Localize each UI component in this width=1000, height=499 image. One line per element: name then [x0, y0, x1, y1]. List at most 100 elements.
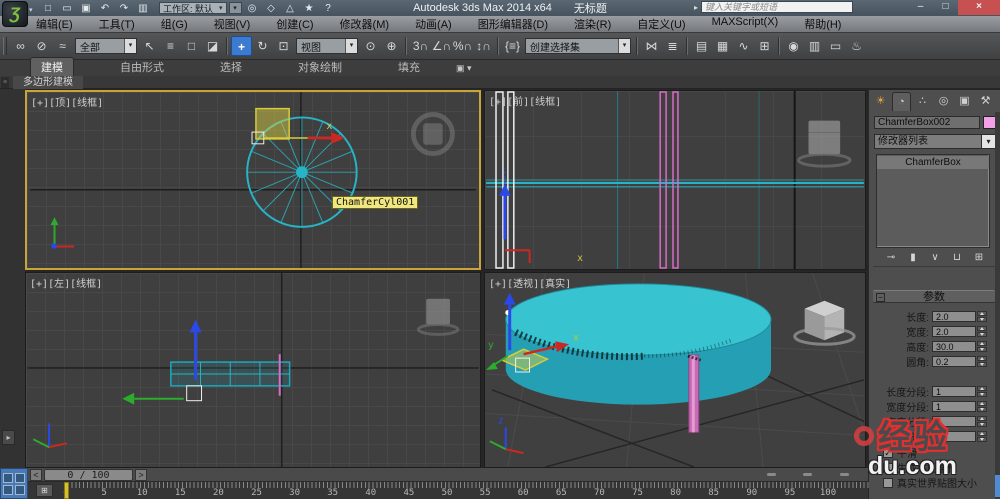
current-frame-marker[interactable]	[64, 482, 69, 499]
viewport-front[interactable]: [+][前][线框]	[484, 90, 866, 270]
spinner-control[interactable]	[977, 416, 987, 427]
ribbon-tab-建模[interactable]: 建模	[30, 57, 74, 76]
parameter-value-field[interactable]: 1	[932, 401, 976, 412]
redo-icon[interactable]: ↷	[116, 2, 132, 15]
viewport-menu-shading[interactable]: [线框]	[529, 97, 561, 108]
x-axis-arrow-icon[interactable]	[331, 132, 345, 144]
menu-动画A[interactable]: 动画(A)	[415, 16, 452, 32]
modifier-stack-item[interactable]: ChamferBox	[877, 156, 989, 169]
chevron-down-icon[interactable]: ▾	[618, 39, 630, 53]
menu-组G[interactable]: 组(G)	[161, 16, 188, 32]
select-and-scale-icon[interactable]: ⊡	[273, 36, 294, 56]
spinner-up-icon[interactable]	[977, 416, 987, 421]
modify-tab-icon[interactable]: ◔	[892, 92, 911, 111]
panel-scrollbar[interactable]	[995, 112, 1000, 499]
menu-修改器M[interactable]: 修改器(M)	[340, 16, 390, 32]
material-editor-icon[interactable]: ◉	[783, 36, 804, 56]
previous-frame-button[interactable]: <	[30, 469, 42, 481]
ribbon-expand-arrow-icon[interactable]: ▸	[2, 430, 15, 445]
window-crossing-icon[interactable]: ◪	[202, 36, 223, 56]
use-pivot-point-icon[interactable]: ⊙	[360, 36, 381, 56]
spinner-up-icon[interactable]	[977, 401, 987, 406]
spinner-up-icon[interactable]	[977, 326, 987, 331]
new-file-icon[interactable]: □	[40, 2, 56, 15]
select-and-manipulate-icon[interactable]: ⊕	[381, 36, 402, 56]
ribbon-tab-选择[interactable]: 选择	[210, 58, 252, 76]
rectangular-selection-region-icon[interactable]: □	[181, 36, 202, 56]
display-tab-icon[interactable]: ▣	[955, 92, 974, 111]
edit-named-selection-sets-icon[interactable]: {≡}	[502, 36, 523, 56]
mirror-icon[interactable]: ⋈	[641, 36, 662, 56]
chamfercyl-object[interactable]	[505, 284, 771, 405]
show-end-result-icon[interactable]: ▮	[907, 252, 920, 264]
parameter-value-field[interactable]: 0.2	[932, 356, 976, 367]
angle-snap-icon[interactable]: ∠∩	[431, 36, 452, 56]
parameter-value-field[interactable]: 1	[932, 431, 976, 442]
object-name-field[interactable]: ChamferBox002	[874, 116, 980, 129]
pin-stack-icon[interactable]: ⊸	[885, 252, 898, 264]
menu-工具T[interactable]: 工具(T)	[99, 16, 135, 32]
close-button[interactable]: ×	[958, 0, 1000, 15]
unlink-selection-icon[interactable]: ⊘	[31, 36, 52, 56]
workspace-flyout-button[interactable]: ▾	[229, 2, 242, 14]
menu-图形编辑器D[interactable]: 图形编辑器(D)	[478, 16, 548, 32]
select-and-move-icon[interactable]: +	[231, 36, 252, 56]
render-production-icon[interactable]: ♨	[846, 36, 867, 56]
curve-editor-icon[interactable]: ∿	[733, 36, 754, 56]
viewport-menu-shading[interactable]: [线框]	[70, 279, 102, 290]
parameter-value-field[interactable]: 2.0	[932, 326, 976, 337]
graphite-ribbon-toggle-icon[interactable]: ▦	[712, 36, 733, 56]
spinner-control[interactable]	[977, 356, 987, 367]
spinner-control[interactable]	[977, 431, 987, 442]
track-bar[interactable]: ⊞ 05101520253035404550556065707580859095…	[28, 482, 868, 499]
menu-渲染R[interactable]: 渲染(R)	[574, 16, 611, 32]
toolbar-grip[interactable]	[3, 37, 7, 55]
communication-center-icon[interactable]: △	[284, 3, 297, 14]
help-icon[interactable]: ?	[322, 3, 335, 14]
spinner-down-icon[interactable]	[977, 437, 987, 442]
viewport-menu-general[interactable]: [+]	[30, 279, 48, 290]
viewcube-nav-gizmo[interactable]	[795, 301, 854, 345]
checkbox[interactable]: ✓	[883, 448, 893, 458]
parameter-value-field[interactable]: 1	[932, 386, 976, 397]
app-menu-arrow-icon[interactable]: ▾	[29, 6, 33, 14]
modifier-list-dropdown[interactable]: 修改器列表	[874, 134, 982, 149]
modifier-stack[interactable]: ChamferBox	[876, 154, 990, 248]
collapse-icon[interactable]: −	[876, 293, 885, 302]
make-unique-icon[interactable]: ∨	[929, 252, 942, 264]
select-by-name-icon[interactable]: ≡	[160, 36, 181, 56]
menu-编辑E[interactable]: 编辑(E)	[36, 16, 73, 32]
project-folder-icon[interactable]: ▥	[135, 2, 151, 15]
spinner-control[interactable]	[977, 326, 987, 337]
checkbox[interactable]	[883, 478, 893, 488]
viewport-menu-general[interactable]: [+]	[31, 98, 49, 109]
spinner-up-icon[interactable]	[977, 386, 987, 391]
spinner-down-icon[interactable]	[977, 422, 987, 427]
viewport-menu-shading[interactable]: [线框]	[71, 98, 103, 109]
align-icon[interactable]: ≣	[662, 36, 683, 56]
spinner-down-icon[interactable]	[977, 317, 987, 322]
selected-chamferbox-gizmo[interactable]: x	[252, 109, 345, 144]
reference-coordinate-dropdown[interactable]: 视图▾	[296, 38, 358, 54]
layer-manager-icon[interactable]: ▤	[691, 36, 712, 56]
chamferbox-leg-object[interactable]	[688, 355, 701, 432]
chamfercyl-front-view[interactable]	[486, 180, 864, 187]
select-and-link-icon[interactable]: ∞	[10, 36, 31, 56]
menu-帮助H[interactable]: 帮助(H)	[804, 16, 841, 32]
minimize-button[interactable]: –	[908, 0, 933, 15]
configure-modifier-sets-icon[interactable]: ⊞	[973, 252, 986, 264]
chevron-down-icon[interactable]: ▾	[345, 39, 357, 53]
undo-icon[interactable]: ↶	[97, 2, 113, 15]
create-tab-icon[interactable]: ☀	[871, 92, 890, 111]
remove-modifier-icon[interactable]: ⊔	[951, 252, 964, 264]
viewport-top-canvas[interactable]: x	[27, 92, 479, 268]
viewport-perspective-canvas[interactable]: y x z	[485, 273, 865, 467]
spinner-down-icon[interactable]	[977, 362, 987, 367]
selection-filter-dropdown[interactable]: 全部▾	[75, 38, 137, 54]
viewport-menu-general[interactable]: [+]	[489, 279, 507, 290]
rendered-frame-window-icon[interactable]: ▭	[825, 36, 846, 56]
named-selection-sets-dropdown[interactable]: 创建选择集▾	[525, 38, 631, 54]
viewport-left-canvas[interactable]	[26, 273, 480, 467]
spinner-down-icon[interactable]	[977, 347, 987, 352]
chevron-down-icon[interactable]: ▾	[982, 134, 996, 149]
